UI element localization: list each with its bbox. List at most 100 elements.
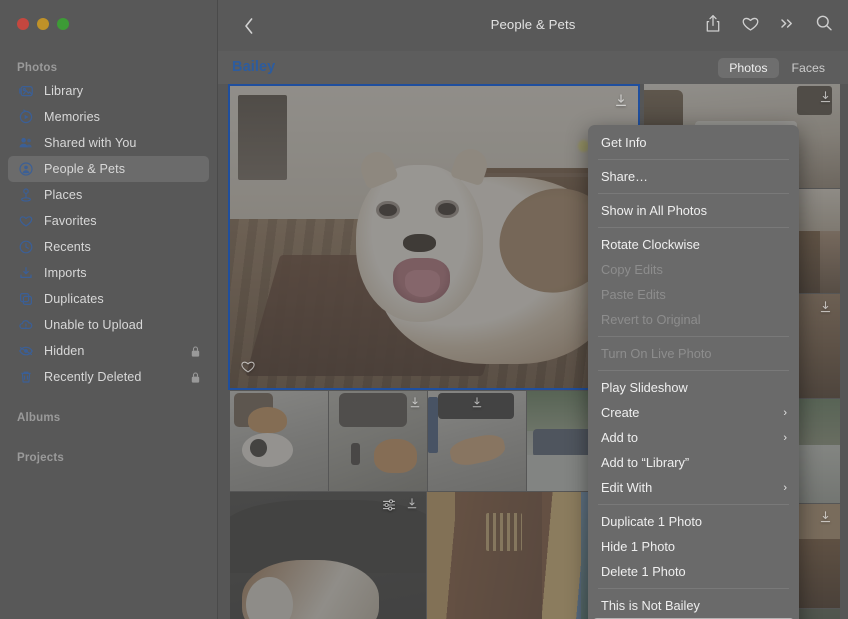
menu-item-hide-1-photo[interactable]: Hide 1 Photo	[588, 534, 799, 559]
icloud-download-icon[interactable]	[819, 90, 832, 110]
lock-icon	[190, 371, 201, 384]
menu-item-revert-to-original: Revert to Original	[601, 312, 701, 327]
menu-item-create[interactable]: Create ›	[588, 400, 799, 425]
sidebar-item-recently-deleted[interactable]: Recently Deleted	[8, 364, 209, 390]
sidebar-item-label: Memories	[44, 110, 101, 124]
menu-item-share[interactable]: Share…	[588, 164, 799, 189]
memories-icon	[17, 108, 35, 126]
sidebar-section-projects-label: Projects	[17, 452, 64, 464]
sidebar-item-label: Imports	[44, 266, 87, 280]
sidebar-item-shared-with-you[interactable]: Shared with You	[8, 130, 209, 156]
menu-item-edit-with[interactable]: Edit With ›	[588, 475, 799, 500]
zoom-window-button[interactable]	[57, 18, 69, 30]
menu-item-rotate-clockwise[interactable]: Rotate Clockwise	[588, 232, 799, 257]
import-icon	[17, 264, 35, 282]
window-traffic-lights	[17, 18, 69, 30]
menu-item-play-slideshow[interactable]: Play Slideshow	[588, 375, 799, 400]
icloud-download-icon[interactable]	[406, 497, 418, 516]
eye-slash-icon	[17, 342, 35, 360]
sidebar-item-label: People & Pets	[44, 162, 126, 176]
cloud-warning-icon	[17, 316, 35, 334]
photo-art	[230, 492, 426, 619]
menu-item-copy-edits: Copy Edits	[601, 262, 663, 277]
menu-separator	[598, 193, 789, 194]
icloud-download-icon[interactable]	[471, 396, 483, 415]
photos-app-window: Photos Library Memories Shared with You …	[0, 0, 848, 619]
tab-faces[interactable]: Faces	[781, 58, 837, 78]
menu-item-label: Edit With	[601, 480, 653, 495]
menu-separator	[598, 159, 789, 160]
tab-photos[interactable]: Photos	[718, 58, 779, 78]
menu-item-get-info[interactable]: Get Info	[588, 130, 799, 155]
sidebar-item-unable-to-upload[interactable]: Unable to Upload	[8, 312, 209, 338]
sidebar-item-duplicates[interactable]: Duplicates	[8, 286, 209, 312]
icloud-download-icon[interactable]	[614, 93, 628, 114]
sidebar-item-label: Hidden	[44, 344, 85, 358]
sidebar-section-albums-label: Albums	[17, 412, 61, 424]
person-name-title[interactable]: Bailey	[232, 59, 275, 75]
chevron-right-icon: ›	[783, 481, 787, 494]
search-icon[interactable]	[814, 12, 834, 34]
close-window-button[interactable]	[17, 18, 29, 30]
subheader: Bailey Photos Faces	[218, 51, 848, 84]
people-and-pets-icon	[17, 160, 35, 178]
menu-item-label: Add to	[601, 430, 638, 445]
sidebar-item-people-and-pets[interactable]: People & Pets	[8, 156, 209, 182]
adjustments-icon[interactable]	[382, 498, 396, 517]
menu-item-add-to-library[interactable]: Add to “Library”	[588, 450, 799, 475]
sidebar-item-memories[interactable]: Memories	[8, 104, 209, 130]
minimize-window-button[interactable]	[37, 18, 49, 30]
sidebar-list-photos: Library Memories Shared with You People …	[0, 78, 217, 390]
sidebar-item-label: Duplicates	[44, 292, 104, 306]
sidebar-item-library[interactable]: Library	[8, 78, 209, 104]
sidebar-item-label: Unable to Upload	[44, 318, 143, 332]
menu-item-show-in-all-photos[interactable]: Show in All Photos	[588, 198, 799, 223]
clock-icon	[17, 238, 35, 256]
share-icon[interactable]	[703, 12, 723, 34]
sidebar-item-label: Favorites	[44, 214, 97, 228]
heart-icon	[17, 212, 35, 230]
menu-item-this-is-not-bailey[interactable]: This is Not Bailey	[588, 593, 799, 618]
sidebar-item-imports[interactable]: Imports	[8, 260, 209, 286]
more-chevrons-icon[interactable]	[777, 12, 797, 34]
lock-icon	[190, 345, 201, 358]
sidebar-section-photos-label: Photos	[17, 62, 58, 74]
photo-thumbnail[interactable]	[230, 391, 328, 491]
favorite-heart-icon[interactable]	[740, 12, 760, 34]
sidebar-item-hidden[interactable]: Hidden	[8, 338, 209, 364]
shared-with-you-icon	[17, 134, 35, 152]
sidebar-item-label: Places	[44, 188, 83, 202]
menu-separator	[598, 336, 789, 337]
sidebar-item-label: Shared with You	[44, 136, 137, 150]
sidebar: Photos Library Memories Shared with You …	[0, 0, 218, 619]
toolbar-actions	[703, 12, 834, 34]
menu-separator	[598, 504, 789, 505]
context-menu: Get Info Share… Show in All Photos Rotat…	[588, 125, 799, 619]
sidebar-item-places[interactable]: Places	[8, 182, 209, 208]
menu-item-add-to[interactable]: Add to ›	[588, 425, 799, 450]
photo-art	[230, 86, 638, 388]
duplicates-icon	[17, 290, 35, 308]
menu-separator	[598, 227, 789, 228]
icloud-download-icon[interactable]	[409, 396, 421, 415]
icloud-download-icon[interactable]	[819, 300, 832, 320]
trash-icon	[17, 368, 35, 386]
photo-thumbnail[interactable]	[428, 391, 526, 491]
photo-thumbnail[interactable]	[329, 391, 427, 491]
selected-photo[interactable]	[230, 86, 638, 388]
menu-item-paste-edits: Paste Edits	[601, 287, 666, 302]
chevron-right-icon: ›	[783, 406, 787, 419]
toolbar: People & Pets	[218, 0, 848, 51]
menu-item-duplicate-1-photo[interactable]: Duplicate 1 Photo	[588, 509, 799, 534]
sidebar-item-favorites[interactable]: Favorites	[8, 208, 209, 234]
library-icon	[17, 82, 35, 100]
photo-thumbnail[interactable]	[230, 492, 426, 619]
menu-item-turn-on-live-photo: Turn On Live Photo	[601, 346, 712, 361]
chevron-right-icon: ›	[783, 431, 787, 444]
sidebar-item-label: Library	[44, 84, 84, 98]
icloud-download-icon[interactable]	[819, 510, 832, 530]
menu-item-label: Create	[601, 405, 640, 420]
sidebar-item-recents[interactable]: Recents	[8, 234, 209, 260]
menu-item-delete-1-photo[interactable]: Delete 1 Photo	[588, 559, 799, 584]
favorite-heart-outline-icon[interactable]	[240, 359, 256, 379]
